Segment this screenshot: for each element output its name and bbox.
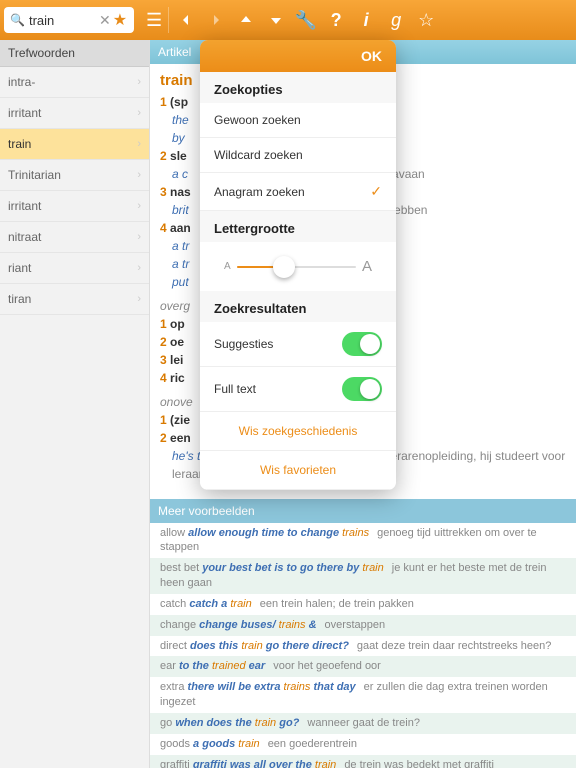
chevron-right-icon: ›: [137, 262, 141, 274]
star-icon[interactable]: ★: [113, 10, 127, 30]
big-a-icon: A: [362, 258, 372, 275]
down-button[interactable]: [261, 5, 291, 35]
section-lettergrootte: Lettergrootte: [200, 211, 396, 242]
forward-button[interactable]: [201, 5, 231, 35]
section-zoekresultaten: Zoekresultaten: [200, 291, 396, 322]
search-icon: 🔍: [10, 13, 25, 27]
settings-trigram-icon[interactable]: ☰: [146, 10, 162, 31]
option-gewoon-zoeken[interactable]: Gewoon zoeken: [200, 103, 396, 138]
example-row: go when does the train go?wanneer gaat d…: [150, 713, 576, 734]
wrench-button[interactable]: 🔧: [291, 5, 321, 35]
toggle-fulltext[interactable]: Full text: [200, 367, 396, 412]
sidebar-item-trinitarian[interactable]: Trinitarian›: [0, 160, 149, 191]
clear-history-button[interactable]: Wis zoekgeschiedenis: [200, 412, 396, 451]
option-wildcard-zoeken[interactable]: Wildcard zoeken: [200, 138, 396, 173]
chevron-right-icon: ›: [137, 231, 141, 243]
up-button[interactable]: [231, 5, 261, 35]
example-row: ear to the trained earvoor het geoefend …: [150, 656, 576, 677]
search-input[interactable]: [29, 13, 99, 28]
example-row: best bet your best bet is to go there by…: [150, 558, 576, 594]
sidebar-item-nitraat[interactable]: nitraat›: [0, 222, 149, 253]
clear-favorites-button[interactable]: Wis favorieten: [200, 451, 396, 490]
toggle-switch[interactable]: [342, 377, 382, 401]
example-row: extra there will be extra trains that da…: [150, 677, 576, 713]
sidebar-item-irritant[interactable]: irritant›: [0, 98, 149, 129]
examples-header: Meer voorbeelden: [150, 499, 576, 523]
example-row: allow allow enough time to change trains…: [150, 523, 576, 559]
chevron-right-icon: ›: [137, 76, 141, 88]
example-row: catch catch a traineen trein halen; de t…: [150, 594, 576, 615]
chevron-right-icon: ›: [137, 293, 141, 305]
sidebar-item-riant[interactable]: riant›: [0, 253, 149, 284]
example-row: goods a goods traineen goederentrein: [150, 734, 576, 755]
small-a-icon: A: [224, 261, 231, 272]
sidebar-header: Trefwoorden: [0, 40, 149, 67]
font-size-slider[interactable]: A A: [200, 242, 396, 291]
chevron-right-icon: ›: [137, 138, 141, 150]
settings-popover: OK Zoekopties Gewoon zoeken Wildcard zoe…: [200, 40, 396, 490]
sidebar-item-train[interactable]: train›: [0, 129, 149, 160]
clear-icon[interactable]: ✕: [99, 12, 111, 29]
sidebar-item-tiran[interactable]: tiran›: [0, 284, 149, 315]
sidebar: Trefwoorden intra-› irritant› train› Tri…: [0, 40, 150, 768]
section-zoekopties: Zoekopties: [200, 72, 396, 103]
help-button[interactable]: ?: [321, 5, 351, 35]
example-row: change change buses/ trains &overstappen: [150, 615, 576, 636]
chevron-right-icon: ›: [137, 169, 141, 181]
toggle-switch[interactable]: [342, 332, 382, 356]
example-row: graffiti graffiti was all over the train…: [150, 755, 576, 768]
check-icon: ✓: [370, 183, 382, 200]
search-box[interactable]: 🔍 ✕ ★: [4, 7, 134, 33]
chevron-right-icon: ›: [137, 107, 141, 119]
toolbar: 🔍 ✕ ★ ☰ 🔧 ? i g ☆: [0, 0, 576, 40]
popover-ok-button[interactable]: OK: [200, 40, 396, 72]
g-button[interactable]: g: [381, 5, 411, 35]
sidebar-item-irritant2[interactable]: irritant›: [0, 191, 149, 222]
examples-list: allow allow enough time to change trains…: [150, 523, 576, 768]
sidebar-item-intra[interactable]: intra-›: [0, 67, 149, 98]
info-button[interactable]: i: [351, 5, 381, 35]
favorite-button[interactable]: ☆: [411, 5, 441, 35]
back-button[interactable]: [171, 5, 201, 35]
option-anagram-zoeken[interactable]: Anagram zoeken✓: [200, 173, 396, 211]
chevron-right-icon: ›: [137, 200, 141, 212]
example-row: direct does this train go there direct?g…: [150, 636, 576, 657]
toggle-suggesties[interactable]: Suggesties: [200, 322, 396, 367]
